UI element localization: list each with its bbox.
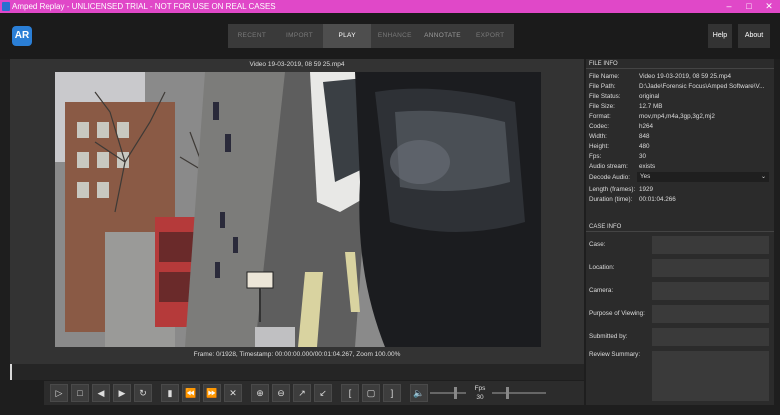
purpose-field[interactable]: [652, 305, 769, 323]
decode-audio-select[interactable]: Yes ⌄: [637, 172, 769, 182]
help-button[interactable]: Help: [708, 24, 732, 48]
tab-annotate[interactable]: ANNOTATE: [419, 24, 467, 48]
review-summary-label: Review Summary:: [589, 351, 641, 358]
fps-readout: Fps 30: [470, 384, 490, 402]
camera-label: Camera:: [589, 287, 614, 294]
file-info-value: Video 19-03-2019, 08 59 25.mp4: [639, 73, 731, 80]
timeline-playhead[interactable]: [10, 364, 12, 380]
tab-export[interactable]: EXPORT: [466, 24, 514, 48]
case-info-heading: CASE INFO: [586, 222, 774, 232]
video-title: Video 19-03-2019, 08 59 25.mp4: [249, 61, 345, 68]
file-info-label: Width:: [589, 133, 607, 140]
tab-recent[interactable]: RECENT: [228, 24, 276, 48]
shrink-icon[interactable]: ↙: [314, 384, 332, 402]
tab-import[interactable]: IMPORT: [276, 24, 324, 48]
maximize-icon[interactable]: □: [740, 0, 758, 13]
window-titlebar: Amped Replay - UNLICENSED TRIAL - NOT FO…: [0, 0, 780, 13]
window-title: Amped Replay - UNLICENSED TRIAL - NOT FO…: [12, 2, 276, 11]
file-info-value: mov,mp4,m4a,3gp,3g2,mj2: [639, 113, 715, 120]
clear-marks-icon[interactable]: ▢: [362, 384, 380, 402]
file-info-label: Height:: [589, 143, 609, 150]
file-info-label: File Size:: [589, 103, 615, 110]
fast-forward-icon[interactable]: ⏩: [203, 384, 221, 402]
volume-icon[interactable]: 🔈: [410, 384, 428, 402]
close-icon[interactable]: ✕: [224, 384, 242, 402]
frame-info: Frame: 0/1928, Timestamp: 00:00:00.000/0…: [193, 351, 401, 358]
file-info-value: exists: [639, 163, 656, 170]
play-icon[interactable]: ▷: [50, 384, 68, 402]
camera-field[interactable]: [652, 282, 769, 300]
rewind-icon[interactable]: ⏪: [182, 384, 200, 402]
review-summary-field[interactable]: [652, 351, 769, 401]
file-info-label: File Name:: [589, 73, 620, 80]
length-label: Length (frames):: [589, 186, 636, 193]
timeline-scrubber[interactable]: [10, 364, 584, 380]
video-frame-image: [55, 72, 541, 347]
file-info-value: D:\Jade\Forensic Focus\Amped Software\V.…: [639, 83, 765, 90]
file-info-label: File Status:: [589, 93, 621, 100]
bookmark-icon[interactable]: ▮: [161, 384, 179, 402]
loop-icon[interactable]: ↻: [134, 384, 152, 402]
zoom-out-icon[interactable]: ⊖: [272, 384, 290, 402]
mark-out-icon[interactable]: ]: [383, 384, 401, 402]
case-field[interactable]: [652, 236, 769, 254]
duration-label: Duration (time):: [589, 196, 633, 203]
file-info-value: 30: [639, 153, 647, 160]
file-info-value: 848: [639, 133, 650, 140]
case-label: Case:: [589, 241, 606, 248]
minimize-icon[interactable]: –: [720, 0, 738, 13]
app-small-logo-icon: [2, 2, 10, 11]
fps-value: 30: [476, 394, 484, 401]
info-panel: FILE INFO File Name: Video 19-03-2019, 0…: [586, 59, 774, 405]
length-value: 1929: [639, 186, 654, 193]
skip-forward-icon[interactable]: ▶: [113, 384, 131, 402]
file-info-heading: FILE INFO: [586, 59, 774, 69]
about-button[interactable]: About: [738, 24, 770, 48]
close-window-icon[interactable]: ✕: [760, 0, 778, 13]
file-info-label: Fps:: [589, 153, 602, 160]
mark-in-icon[interactable]: [: [341, 384, 359, 402]
file-info-label: Audio stream:: [589, 163, 628, 170]
volume-slider[interactable]: [430, 392, 466, 394]
workflow-tabs: RECENT IMPORT PLAY ENHANCE ANNOTATE EXPO…: [228, 24, 514, 48]
zoom-in-icon[interactable]: ⊕: [251, 384, 269, 402]
file-info-label: File Path:: [589, 83, 616, 90]
playback-controls: ▷ □ ◀ ▶ ↻ ▮ ⏪ ⏩ ✕ ⊕ ⊖ ↗ ↙ [ ▢ ] 🔈 Fps 30: [44, 381, 584, 405]
file-info-value: original: [639, 93, 660, 100]
purpose-label: Purpose of Viewing:: [589, 310, 645, 317]
submitted-by-label: Submitted by:: [589, 333, 628, 340]
tab-play[interactable]: PLAY: [323, 24, 372, 48]
decode-audio-value: Yes: [640, 173, 651, 180]
tab-enhance[interactable]: ENHANCE: [371, 24, 419, 48]
duration-value: 00:01:04.266: [639, 196, 676, 203]
fit-icon[interactable]: ↗: [293, 384, 311, 402]
decode-audio-label: Decode Audio:: [589, 174, 630, 181]
fps-slider-handle[interactable]: [506, 387, 509, 399]
submitted-by-field[interactable]: [652, 328, 769, 346]
stop-icon[interactable]: □: [71, 384, 89, 402]
video-frame[interactable]: [55, 72, 541, 347]
location-field[interactable]: [652, 259, 769, 277]
location-label: Location:: [589, 264, 615, 271]
file-info-value: 480: [639, 143, 650, 150]
skip-back-icon[interactable]: ◀: [92, 384, 110, 402]
player-area: Video 19-03-2019, 08 59 25.mp4 Frame: 0/…: [10, 59, 584, 364]
file-info-label: Format:: [589, 113, 611, 120]
app-logo: AR: [12, 26, 32, 46]
volume-slider-handle[interactable]: [454, 387, 457, 399]
file-info-label: Codec:: [589, 123, 609, 130]
file-info-value: h264: [639, 123, 654, 130]
fps-slider[interactable]: [492, 392, 546, 394]
top-toolbar: AR RECENT IMPORT PLAY ENHANCE ANNOTATE E…: [0, 13, 780, 59]
chevron-down-icon: ⌄: [760, 174, 766, 180]
fps-label: Fps: [474, 385, 486, 392]
file-info-value: 12.7 MB: [639, 103, 663, 110]
